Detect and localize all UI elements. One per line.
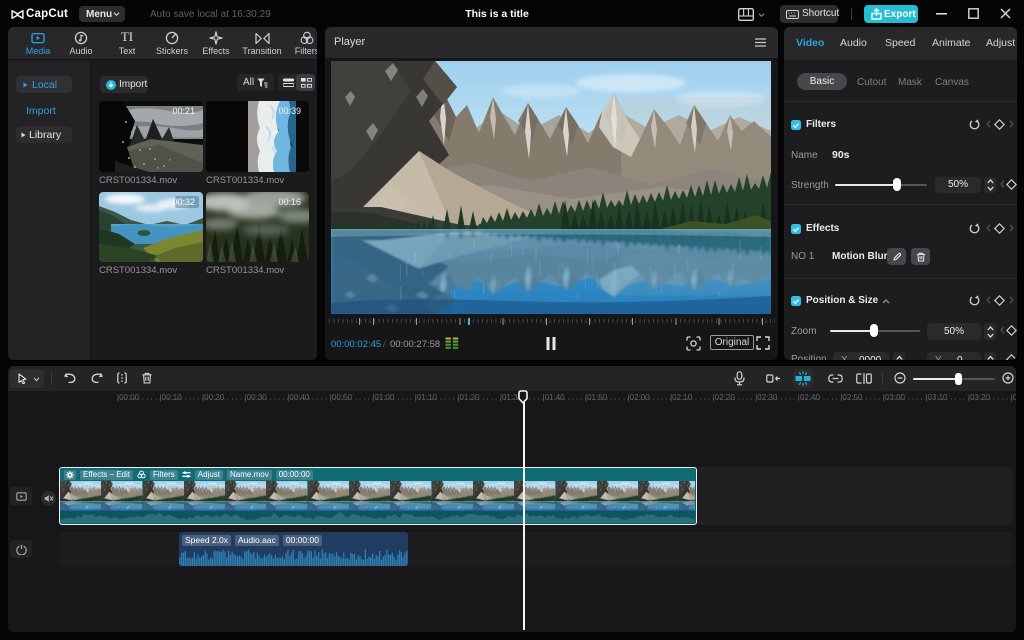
svg-text:00:32: 00:32 [172,197,195,207]
svg-text:00:21: 00:21 [172,106,195,116]
svg-text:00:39: 00:39 [278,106,301,116]
svg-text:00:16: 00:16 [278,197,301,207]
